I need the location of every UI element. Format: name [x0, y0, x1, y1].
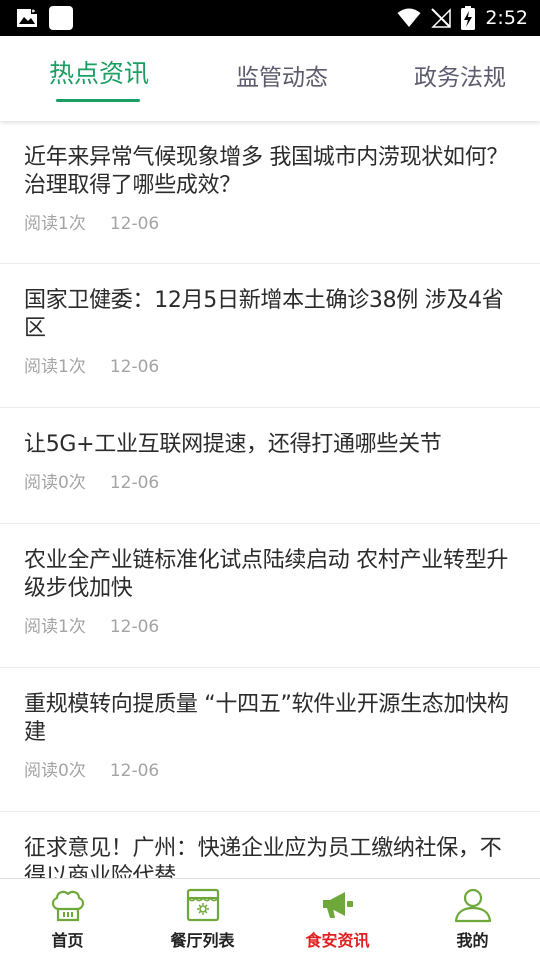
tab-hot-news[interactable]: 热点资讯	[44, 36, 154, 121]
news-item[interactable]: 让5G+工业互联网提速，还得打通哪些关节 阅读0次 12-06	[0, 408, 540, 524]
bottom-navigation: 首页 餐厅列表 食安资讯 我的	[0, 878, 540, 960]
news-date: 12-06	[109, 761, 160, 781]
image-notification-icon	[17, 9, 37, 27]
nav-home[interactable]: 首页	[0, 879, 135, 960]
news-title: 农业全产业链标准化试点陆续启动 农村产业转型升级步伐加快	[24, 548, 509, 601]
news-list[interactable]: 近年来异常气候现象增多 我国城市内涝现状如何？治理取得了哪些成效？ 阅读1次 1…	[0, 121, 540, 878]
news-read-count: 阅读1次	[24, 214, 86, 234]
user-profile-icon	[454, 888, 492, 923]
chef-hat-icon	[51, 890, 85, 922]
no-signal-icon	[431, 8, 452, 28]
news-read-count: 阅读1次	[24, 617, 86, 637]
news-item[interactable]: 国家卫健委：12月5日新增本土确诊38例 涉及4省区 阅读1次 12-06	[0, 264, 540, 408]
nav-food-safety-news-label: 食安资讯	[305, 931, 370, 950]
news-item[interactable]: 农业全产业链标准化试点陆续启动 农村产业转型升级步伐加快 阅读1次 12-06	[0, 524, 540, 668]
news-title: 重规模转向提质量 “十四五”软件业开源生态加快构建	[24, 692, 509, 745]
nav-profile[interactable]: 我的	[405, 879, 540, 960]
active-tab-indicator	[56, 99, 140, 102]
news-date: 12-06	[109, 357, 160, 377]
megaphone-icon	[323, 892, 353, 918]
news-title: 国家卫健委：12月5日新增本土确诊38例 涉及4省区	[24, 288, 504, 341]
news-title: 近年来异常气候现象增多 我国城市内涝现状如何？治理取得了哪些成效？	[24, 145, 509, 198]
nav-restaurant-list-label: 餐厅列表	[170, 931, 235, 950]
wifi-icon	[397, 8, 421, 27]
restaurant-store-icon	[186, 888, 220, 922]
nav-home-label: 首页	[51, 931, 84, 950]
tab-regulatory-news[interactable]: 监管动态	[226, 36, 338, 121]
news-read-count: 阅读1次	[24, 357, 86, 377]
news-title: 征求意见！广州：快递企业应为员工缴纳社保，不得以商业险代替	[24, 836, 502, 878]
news-item[interactable]: 重规模转向提质量 “十四五”软件业开源生态加快构建 阅读0次 12-06	[0, 668, 540, 812]
news-date: 12-06	[109, 617, 160, 637]
news-date: 12-06	[109, 214, 160, 234]
news-category-tabs: 热点资讯 监管动态 政务法规	[0, 36, 540, 121]
nav-food-safety-news[interactable]: 食安资讯	[270, 879, 405, 960]
news-read-count: 阅读0次	[24, 761, 86, 781]
tab-government-regulations[interactable]: 政务法规	[406, 36, 514, 121]
nav-profile-label: 我的	[456, 931, 489, 950]
nav-restaurant-list[interactable]: 餐厅列表	[135, 879, 270, 960]
news-read-count: 阅读0次	[24, 473, 86, 493]
blank-notification-icon	[49, 6, 73, 30]
news-item[interactable]: 征求意见！广州：快递企业应为员工缴纳社保，不得以商业险代替	[0, 812, 540, 878]
news-title: 让5G+工业互联网提速，还得打通哪些关节	[24, 432, 442, 457]
status-bar: 2:52	[0, 0, 540, 36]
news-date: 12-06	[109, 473, 160, 493]
status-time: 2:52	[485, 7, 528, 29]
news-item[interactable]: 近年来异常气候现象增多 我国城市内涝现状如何？治理取得了哪些成效？ 阅读1次 1…	[0, 121, 540, 264]
battery-charging-icon	[461, 6, 476, 30]
